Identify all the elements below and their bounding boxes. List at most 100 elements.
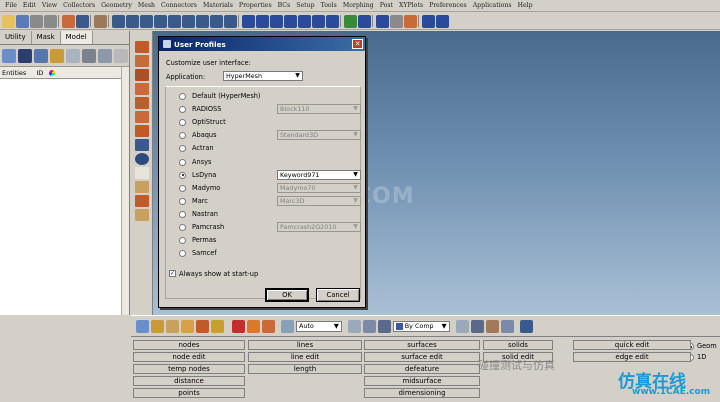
menu-xyplots[interactable]: XYPlots	[396, 2, 426, 9]
tab-mask[interactable]: Mask	[31, 31, 61, 44]
panel-button-distance[interactable]: distance	[133, 376, 245, 386]
open-icon[interactable]	[2, 14, 15, 28]
menu-collectors[interactable]: Collectors	[60, 2, 98, 9]
solid-view-icon[interactable]	[470, 319, 484, 333]
menu-materials[interactable]: Materials	[200, 2, 236, 9]
panel-button-dimensioning[interactable]: dimensioning	[364, 388, 480, 398]
tab-model[interactable]: Model	[60, 31, 93, 44]
radio-marc[interactable]	[179, 197, 186, 205]
cube-icon[interactable]	[377, 319, 391, 333]
panel-button-lines[interactable]: lines	[248, 340, 362, 350]
grid-icon[interactable]	[94, 14, 107, 28]
radio-pamcrash[interactable]	[179, 224, 186, 231]
always-show-checkbox[interactable]: ✓	[169, 270, 176, 277]
panel-button-line-edit[interactable]: line edit	[248, 352, 362, 362]
eye-icon[interactable]	[114, 48, 128, 63]
shading-icon[interactable]	[362, 319, 376, 333]
redo-icon[interactable]	[44, 14, 57, 28]
menu-properties[interactable]: Properties	[236, 2, 275, 9]
numbering-icon[interactable]	[134, 167, 149, 179]
panel-button-quick-edit[interactable]: quick edit	[573, 340, 691, 350]
annotate-icon[interactable]	[134, 195, 149, 207]
axes-icon[interactable]	[344, 14, 357, 28]
cut-icon[interactable]	[390, 14, 403, 28]
radio-nastran[interactable]	[179, 210, 186, 218]
spin-icon[interactable]	[224, 14, 237, 28]
section-icon[interactable]	[436, 14, 449, 28]
menu-geometry[interactable]: Geometry	[98, 2, 135, 9]
color-column-icon[interactable]	[49, 69, 56, 76]
mesh-icon[interactable]	[134, 55, 149, 67]
tab-utility[interactable]: Utility	[0, 31, 32, 44]
panel-button-edge-edit[interactable]: edge edit	[573, 352, 691, 362]
label-icon[interactable]	[134, 139, 149, 151]
ok-button[interactable]: OK	[265, 288, 309, 302]
material-icon[interactable]	[34, 48, 48, 63]
lasso-icon[interactable]	[347, 319, 361, 333]
radio-madymo[interactable]	[179, 184, 186, 192]
profile-option-select[interactable]: Keyword971 ▼	[277, 169, 361, 180]
layer-icon[interactable]	[500, 319, 514, 333]
zoom-in-icon[interactable]	[140, 14, 153, 28]
menu-mesh[interactable]: Mesh	[135, 2, 158, 9]
loads-icon[interactable]	[196, 319, 209, 333]
menu-connectors[interactable]: Connectors	[158, 2, 200, 9]
view-back-icon[interactable]	[312, 14, 325, 28]
find-icon[interactable]	[262, 319, 275, 333]
view-iso-icon[interactable]	[326, 14, 339, 28]
comp-icon[interactable]	[2, 48, 16, 63]
info-icon[interactable]	[134, 153, 149, 165]
panel-button-node-edit[interactable]: node edit	[133, 352, 245, 362]
pan-icon[interactable]	[210, 14, 223, 28]
panel-button-length[interactable]: length	[248, 364, 362, 374]
monitor-icon[interactable]	[519, 319, 533, 333]
abc-icon[interactable]	[134, 181, 149, 193]
assembly-icon[interactable]	[18, 48, 32, 63]
cube-view-icon[interactable]	[358, 14, 371, 28]
undo-icon[interactable]	[30, 14, 43, 28]
save-icon[interactable]	[16, 14, 29, 28]
panel-button-points[interactable]: points	[133, 388, 245, 398]
menu-post[interactable]: Post	[377, 2, 396, 9]
menu-help[interactable]: Help	[515, 2, 536, 9]
measure-icon[interactable]	[404, 14, 417, 28]
center-icon[interactable]	[196, 14, 209, 28]
zoom-box-icon[interactable]	[182, 14, 195, 28]
view-left-icon[interactable]	[270, 14, 283, 28]
menu-preferences[interactable]: Preferences	[426, 2, 470, 9]
view-bottom-icon[interactable]	[256, 14, 269, 28]
panel-button-midsurface[interactable]: midsurface	[364, 376, 480, 386]
cancel-button[interactable]: Cancel	[316, 288, 360, 302]
style-icon[interactable]	[281, 319, 294, 333]
panel-button-defeature[interactable]: defeature	[364, 364, 480, 374]
rotate-icon[interactable]	[126, 14, 139, 28]
user-icon[interactable]	[62, 14, 75, 28]
wire-icon[interactable]	[134, 69, 149, 81]
profile-icon[interactable]	[76, 14, 89, 28]
plane-icon[interactable]	[485, 319, 499, 333]
zoom-icon[interactable]	[112, 14, 125, 28]
mask-icon[interactable]	[247, 319, 260, 333]
view-front-icon[interactable]	[298, 14, 311, 28]
shade-icon[interactable]	[134, 41, 149, 53]
column-entities[interactable]: Entities	[2, 69, 26, 77]
menu-setup[interactable]: Setup	[293, 2, 317, 9]
browser-scrollbar[interactable]	[121, 67, 129, 315]
menu-file[interactable]: File	[2, 2, 20, 9]
menu-tools[interactable]: Tools	[318, 2, 340, 9]
transparent-icon[interactable]	[134, 97, 149, 109]
mode-select[interactable]: Auto ▼	[296, 320, 342, 332]
color-by-select[interactable]: By Comp ▼	[392, 320, 450, 332]
column-id[interactable]: ID	[36, 69, 43, 77]
view-right-icon[interactable]	[284, 14, 297, 28]
panel-button-solids[interactable]: solids	[483, 340, 553, 350]
set-icon[interactable]	[66, 48, 80, 63]
zoom-out-icon[interactable]	[154, 14, 167, 28]
comps-icon[interactable]	[151, 319, 164, 333]
abc-plane-icon[interactable]	[134, 209, 149, 221]
menu-bcs[interactable]: BCs	[275, 2, 294, 9]
panel-button-surfaces[interactable]: surfaces	[364, 340, 480, 350]
menu-view[interactable]: View	[39, 2, 60, 9]
sets-icon[interactable]	[166, 319, 179, 333]
property-icon[interactable]	[50, 48, 64, 63]
